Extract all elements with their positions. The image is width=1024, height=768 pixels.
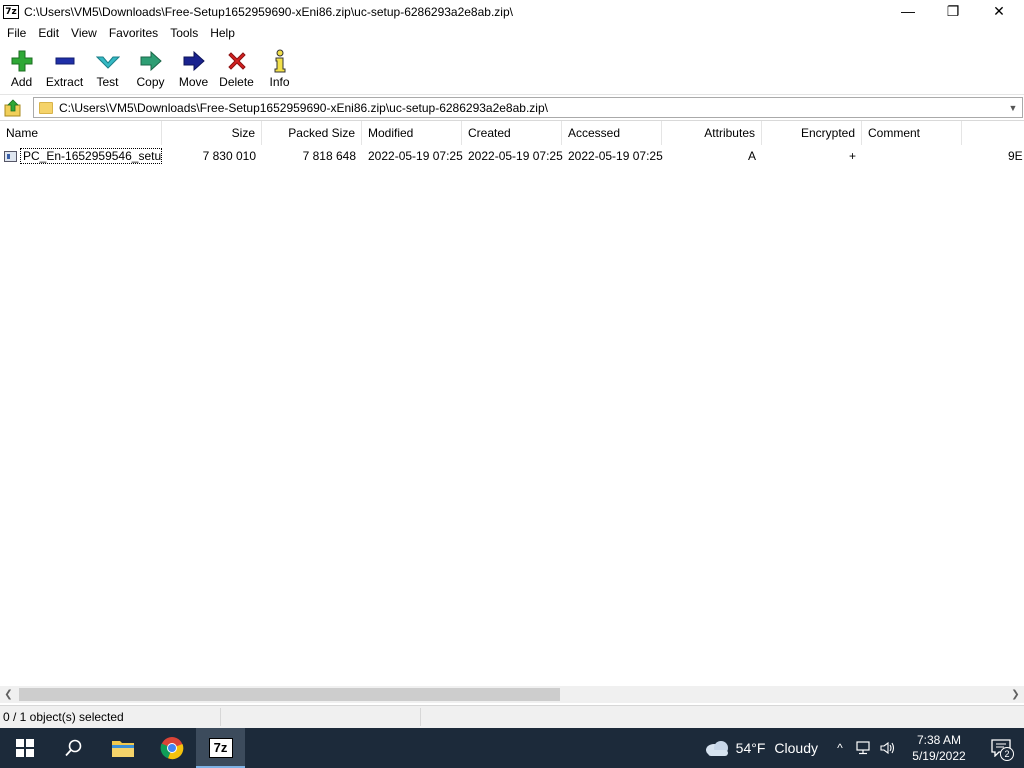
checkmark-icon: [94, 49, 122, 73]
status-pane-2: [220, 708, 420, 726]
column-name[interactable]: Name: [0, 121, 162, 145]
menu-edit[interactable]: Edit: [32, 24, 65, 43]
system-tray: 54°F Cloudy ^ 7:38 AM 5/19/2022 2: [704, 728, 1024, 768]
test-button[interactable]: Test: [86, 43, 129, 91]
7zip-app-icon: 7z: [3, 5, 19, 19]
up-folder-button[interactable]: [0, 97, 26, 119]
add-label: Add: [10, 75, 33, 89]
minimize-button[interactable]: —: [885, 0, 931, 22]
file-icon: [4, 150, 18, 162]
row-attributes: A: [747, 149, 756, 163]
7zip-icon: 7z: [208, 738, 233, 758]
column-modified[interactable]: Modified: [362, 121, 462, 145]
row-encrypted: +: [848, 149, 856, 163]
add-button[interactable]: Add: [0, 43, 43, 91]
menu-help[interactable]: Help: [204, 24, 241, 43]
row-size: 7 830 010: [202, 149, 256, 163]
weather-widget[interactable]: 54°F Cloudy: [704, 739, 818, 757]
7zip-taskbar-button[interactable]: 7z: [196, 728, 245, 768]
row-name: PC_En-1652959546_setu...: [20, 148, 162, 164]
restore-button[interactable]: ❐: [930, 0, 976, 22]
test-label: Test: [96, 75, 119, 89]
column-size[interactable]: Size: [162, 121, 262, 145]
delete-x-icon: [223, 49, 251, 73]
scroll-left-arrow-icon[interactable]: ❮: [0, 686, 17, 703]
row-crc-partial: 9E: [1008, 149, 1023, 163]
row-created: 2022-05-19 07:25: [468, 149, 563, 163]
row-accessed: 2022-05-19 07:25: [568, 149, 663, 163]
copy-arrow-icon: [137, 49, 165, 73]
address-path: C:\Users\VM5\Downloads\Free-Setup1652959…: [59, 100, 548, 115]
row-modified: 2022-05-19 07:25: [368, 149, 463, 163]
delete-button[interactable]: Delete: [215, 43, 258, 91]
clock[interactable]: 7:38 AM 5/19/2022: [900, 732, 978, 764]
column-packed-size[interactable]: Packed Size: [262, 121, 362, 145]
row-name-cell[interactable]: PC_En-1652959546_setu...: [4, 147, 162, 165]
address-bar: C:\Users\VM5\Downloads\Free-Setup1652959…: [0, 96, 1024, 119]
notification-count-badge: 2: [1000, 747, 1014, 761]
clock-time: 7:38 AM: [916, 733, 962, 747]
cloud-icon: [705, 741, 728, 756]
taskbar: 7z 54°F Cloudy ^ 7:38 AM 5/19/2022 2: [0, 728, 1024, 768]
copy-button[interactable]: Copy: [129, 43, 172, 91]
row-packed-size: 7 818 648: [302, 149, 356, 163]
title-bar: 7z C:\Users\VM5\Downloads\Free-Setup1652…: [0, 0, 1024, 24]
weather-temperature: 54°F: [735, 740, 766, 756]
info-icon: [266, 49, 294, 73]
network-icon[interactable]: [852, 728, 876, 768]
column-attributes[interactable]: Attributes: [662, 121, 762, 145]
up-folder-icon: [4, 98, 21, 116]
chrome-button[interactable]: [147, 728, 196, 768]
file-list: Name Size Packed Size Modified Created A…: [0, 120, 1024, 686]
volume-icon[interactable]: [876, 728, 900, 768]
search-button[interactable]: [49, 728, 98, 768]
windows-logo-icon: [15, 739, 34, 757]
chevron-down-icon[interactable]: ▼: [1006, 100, 1020, 116]
column-accessed[interactable]: Accessed: [562, 121, 662, 145]
notification-center-button[interactable]: 2: [978, 728, 1024, 768]
address-input[interactable]: C:\Users\VM5\Downloads\Free-Setup1652959…: [33, 97, 1023, 118]
menu-file[interactable]: File: [0, 24, 32, 43]
search-icon: [64, 739, 81, 757]
move-button[interactable]: Move: [172, 43, 215, 91]
row-comment: [862, 147, 962, 165]
info-button[interactable]: Info: [258, 43, 301, 91]
clock-date: 5/19/2022: [912, 749, 966, 763]
horizontal-scrollbar[interactable]: ❮ ❯: [0, 686, 1024, 703]
menu-view[interactable]: View: [65, 24, 103, 43]
column-comment[interactable]: Comment: [862, 121, 962, 145]
delete-label: Delete: [219, 75, 254, 89]
info-label: Info: [269, 75, 290, 89]
selection-status: 0 / 1 object(s) selected: [3, 710, 124, 724]
minus-icon: [51, 49, 79, 73]
toolbar: Add Extract Test Copy Move Delete Info: [0, 43, 1024, 95]
menu-bar: File Edit View Favorites Tools Help: [0, 24, 1024, 43]
move-arrow-icon: [180, 49, 208, 73]
chevron-up-icon[interactable]: ^: [828, 728, 852, 768]
extract-label: Extract: [45, 75, 84, 89]
weather-condition: Cloudy: [774, 740, 818, 756]
window-title: C:\Users\VM5\Downloads\Free-Setup1652959…: [24, 5, 513, 19]
copy-label: Copy: [136, 75, 165, 89]
plus-icon: [8, 49, 36, 73]
column-encrypted[interactable]: Encrypted: [762, 121, 862, 145]
folder-icon: [39, 101, 53, 114]
menu-favorites[interactable]: Favorites: [103, 24, 164, 43]
file-explorer-button[interactable]: [98, 728, 147, 768]
move-label: Move: [178, 75, 209, 89]
start-button[interactable]: [0, 728, 49, 768]
file-explorer-icon: [111, 741, 134, 757]
scrollbar-thumb[interactable]: [19, 688, 560, 701]
chrome-icon: [160, 737, 183, 760]
status-bar: 0 / 1 object(s) selected: [0, 705, 1024, 728]
scroll-right-arrow-icon[interactable]: ❯: [1007, 686, 1024, 703]
extract-button[interactable]: Extract: [43, 43, 86, 91]
menu-tools[interactable]: Tools: [164, 24, 204, 43]
column-created[interactable]: Created: [462, 121, 562, 145]
close-button[interactable]: ✕: [976, 0, 1022, 22]
status-pane-3: [420, 708, 620, 726]
